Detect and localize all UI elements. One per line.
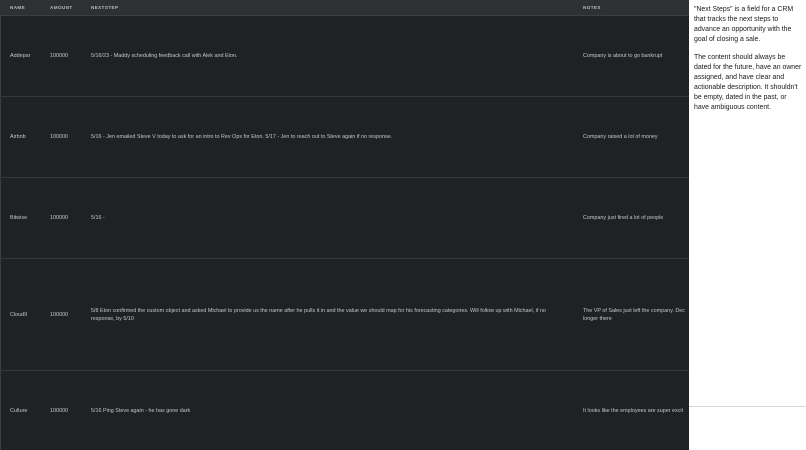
column-header-amount[interactable]: AMOUNT	[50, 0, 73, 16]
cell-name: Bitwise	[10, 215, 28, 221]
cell-notes: Company just fired a lot of people	[583, 215, 664, 221]
panel-paragraph-definition: "Next Steps" is a field for a CRM that t…	[694, 6, 794, 43]
table-row[interactable]: Addepar 100000 5/16/23 - Maddy schedulin…	[0, 16, 689, 97]
column-header-nextstep[interactable]: NEXTSTEP	[91, 0, 118, 16]
table-row[interactable]: Cloud9 100000 5/8 Eton confirmed the cus…	[0, 259, 689, 371]
column-header-name[interactable]: NAME	[10, 0, 25, 16]
cell-amount: 100000	[50, 134, 68, 140]
cell-nextstep[interactable]: 5/16/23 - Maddy scheduling feedback call…	[91, 52, 238, 60]
cell-notes: Company is about to go bankrupt	[583, 53, 663, 59]
cell-notes: The VP of Sales just left the company. D…	[583, 308, 685, 322]
cell-name: Cloud9	[10, 312, 28, 318]
cell-nextstep[interactable]: 5/16 -	[91, 214, 105, 222]
cell-name: Airbnb	[10, 134, 26, 140]
panel-divider	[689, 406, 806, 407]
cell-notes: It looks like the employees are super ex…	[583, 408, 684, 414]
cell-notes: Company raised a lot of money	[583, 134, 658, 140]
crm-table: NAME AMOUNT NEXTSTEP NOTES Addepar 10000…	[0, 0, 689, 450]
column-header-notes[interactable]: NOTES	[583, 0, 601, 16]
table-row[interactable]: Airbnb 100000 5/16 - Jen emailed Steve V…	[0, 97, 689, 178]
cell-nextstep[interactable]: 5/16 - Jen emailed Steve V today to ask …	[91, 133, 392, 141]
cell-name: Culture	[10, 408, 28, 414]
cell-amount: 100000	[50, 312, 68, 318]
table-row[interactable]: Culture 100000 5/16 Ping Steve again - h…	[0, 371, 689, 450]
cell-nextstep[interactable]: 5/16 Ping Steve again - he has gone dark	[91, 407, 190, 415]
table-header: NAME AMOUNT NEXTSTEP NOTES	[0, 0, 689, 16]
cell-amount: 100000	[50, 215, 68, 221]
cell-name: Addepar	[10, 53, 31, 59]
next-steps-info-panel: "Next Steps" is a field for a CRM that t…	[689, 0, 806, 450]
cell-amount: 100000	[50, 408, 68, 414]
cell-amount: 100000	[50, 53, 68, 59]
panel-paragraph-guidelines: The content should always be dated for t…	[694, 54, 802, 111]
panel-text: "Next Steps" is a field for a CRM that t…	[694, 5, 803, 121]
table-row[interactable]: Bitwise 100000 5/16 - Company just fired…	[0, 178, 689, 259]
cell-nextstep[interactable]: 5/8 Eton confirmed the custom object and…	[91, 307, 569, 323]
